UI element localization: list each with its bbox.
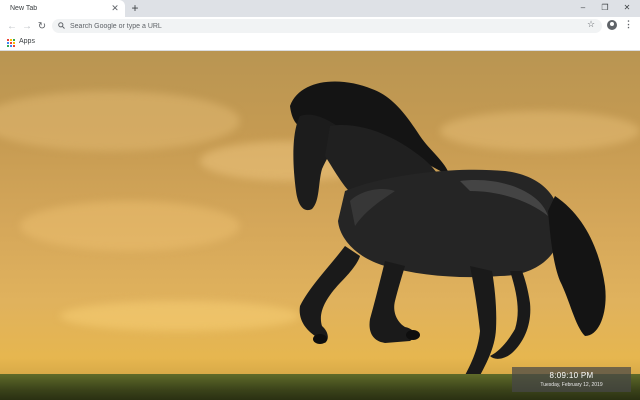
clock-date: Tuesday, February 12, 2019 [540,382,603,388]
forward-button[interactable]: → [19,18,35,34]
apps-shortcut-label[interactable]: Apps [19,38,35,45]
apps-grid-dot [10,42,12,44]
apps-grid-dot [13,42,15,44]
menu-kebab-icon[interactable]: ⋮ [624,19,633,30]
horse-image [290,81,606,394]
minimize-button[interactable]: – [572,0,594,14]
apps-grid-icon[interactable] [7,39,15,47]
apps-grid-dot [10,39,12,41]
apps-grid-dot [10,45,12,47]
bookmarks-bar: Apps [0,35,640,51]
apps-grid-dot [7,45,9,47]
clock-widget: 8:09:10 PM Tuesday, February 12, 2019 [512,367,631,392]
back-button[interactable]: ← [4,18,20,34]
tab-strip: New Tab ✕ + – ❐ ✕ [0,0,640,17]
bookmark-star-icon[interactable]: ☆ [587,19,595,30]
apps-grid-dot [7,39,9,41]
new-tab-background: 8:09:10 PM Tuesday, February 12, 2019 [0,51,640,400]
reload-button[interactable]: ↻ [34,18,50,34]
omnibox-input[interactable] [70,22,570,30]
restore-button[interactable]: ❐ [594,0,616,14]
new-tab-button[interactable]: + [129,1,141,15]
apps-grid-dot [13,39,15,41]
clock-time: 8:09:10 PM [549,371,594,380]
omnibox[interactable] [52,19,602,33]
apps-grid-dot [13,45,15,47]
search-icon [58,21,65,31]
close-tab-icon[interactable]: ✕ [109,3,121,15]
apps-grid-dot [7,42,9,44]
toolbar: ← → ↻ ☆ ⋮ [0,17,640,35]
tab-new-tab[interactable]: New Tab ✕ [0,0,125,17]
tab-title: New Tab [10,5,38,12]
close-window-button[interactable]: ✕ [616,0,638,14]
account-avatar-icon[interactable] [607,20,617,30]
